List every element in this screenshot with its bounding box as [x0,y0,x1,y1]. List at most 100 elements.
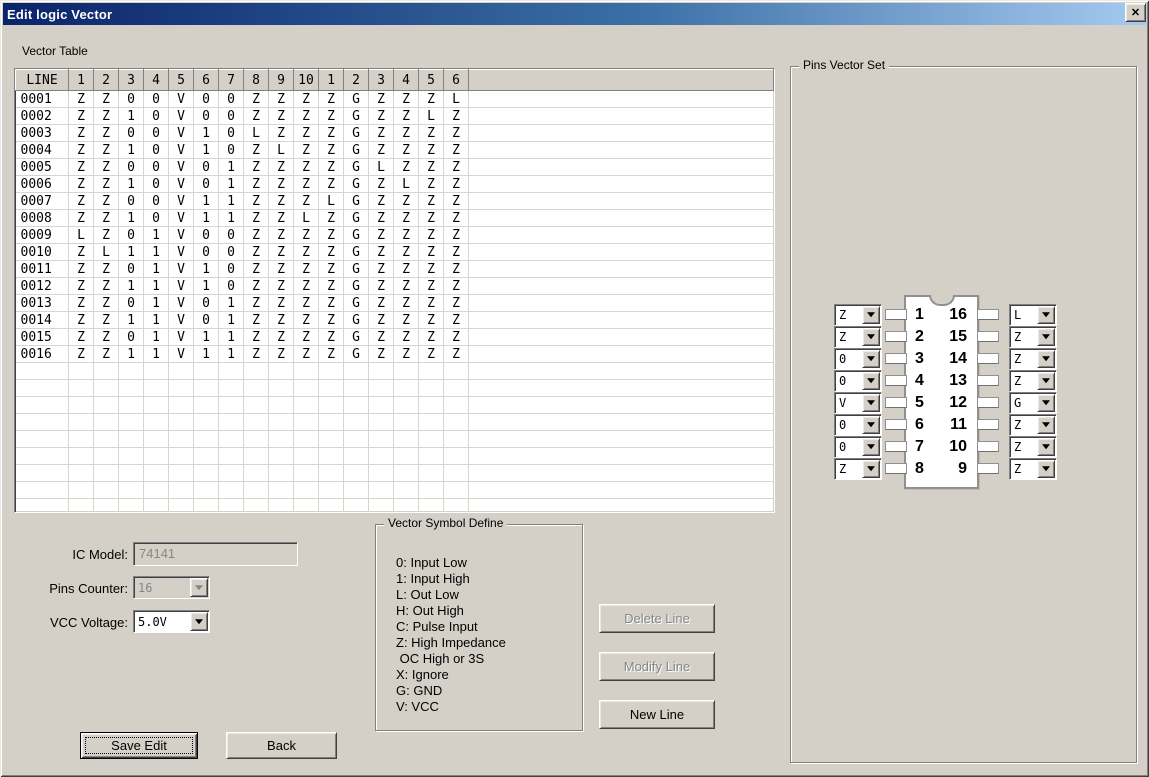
pin-4-combo[interactable]: 0 [834,370,882,392]
vector-cell: 0 [219,244,244,261]
vector-cell [169,380,194,397]
vector-cell [369,448,394,465]
table-row[interactable]: 0010ZL11V00ZZZZGZZZZ [16,244,774,261]
chevron-down-icon[interactable] [862,416,880,434]
table-row-empty [16,431,774,448]
close-button[interactable]: ✕ [1125,3,1146,22]
pin-7-combo-value: 0 [839,440,846,454]
chevron-down-icon[interactable] [862,350,880,368]
chevron-down-icon[interactable] [1037,350,1055,368]
pins-counter-combo[interactable]: 16 [133,576,210,599]
table-row[interactable]: 0002ZZ10V00ZZZZGZZLZ [16,108,774,125]
table-row[interactable]: 0013ZZ01V01ZZZZGZZZZ [16,295,774,312]
vector-cell [369,380,394,397]
vector-cell [144,380,169,397]
vector-cell: Z [419,295,444,312]
vcc-voltage-combo[interactable]: 5.0V [133,610,210,633]
pin-13-combo[interactable]: Z [1009,370,1057,392]
chevron-down-icon[interactable] [1037,372,1055,390]
pin-10-combo[interactable]: Z [1009,436,1057,458]
delete-line-button[interactable]: Delete Line [599,604,715,633]
table-row[interactable]: 0008ZZ10V11ZZLZGZZZZ [16,210,774,227]
chevron-down-icon[interactable] [862,328,880,346]
vector-cell: G [344,278,369,295]
pin-15-combo[interactable]: Z [1009,326,1057,348]
titlebar[interactable]: Edit logic Vector [3,3,1146,25]
pin-2-combo[interactable]: Z [834,326,882,348]
vector-cell [394,380,419,397]
table-row[interactable]: 0006ZZ10V01ZZZZGZLZZ [16,176,774,193]
chevron-down-icon[interactable] [1037,306,1055,324]
pin-1-combo[interactable]: Z [834,304,882,326]
filler-cell [469,397,774,414]
vector-cell [319,431,344,448]
vector-cell [394,397,419,414]
vector-cell [69,380,94,397]
table-row[interactable]: 0001ZZ00V00ZZZZGZZZL [16,91,774,108]
table-row[interactable]: 0009LZ01V00ZZZZGZZZZ [16,227,774,244]
vector-cell: Z [94,329,119,346]
vector-cell [194,397,219,414]
vector-cell: Z [369,312,394,329]
table-row-empty [16,380,774,397]
pin-5-combo[interactable]: V [834,392,882,414]
ic-model-label: IC Model: [20,547,128,562]
new-line-button[interactable]: New Line [599,700,715,729]
pin-12-combo-value: G [1014,396,1021,410]
line-number-cell: 0010 [16,244,69,261]
vector-cell: Z [419,227,444,244]
chevron-down-icon[interactable] [1037,438,1055,456]
chevron-down-icon[interactable] [862,306,880,324]
chevron-down-icon[interactable] [862,460,880,478]
chevron-down-icon[interactable] [1037,394,1055,412]
vector-cell: Z [419,312,444,329]
chevron-down-icon[interactable] [1037,416,1055,434]
save-edit-button[interactable]: Save Edit [80,732,198,759]
pin-16-combo[interactable]: L [1009,304,1057,326]
table-row[interactable]: 0005ZZ00V01ZZZZGLZZZ [16,159,774,176]
pin-12-combo[interactable]: G [1009,392,1057,414]
table-row[interactable]: 0003ZZ00V10LZZZGZZZZ [16,125,774,142]
ic-model-field[interactable]: 74141 [133,542,298,566]
pin-6-combo[interactable]: 0 [834,414,882,436]
chevron-down-icon[interactable] [862,438,880,456]
table-row[interactable]: 0015ZZ01V11ZZZZGZZZZ [16,329,774,346]
table-row[interactable]: 0012ZZ11V10ZZZZGZZZZ [16,278,774,295]
vector-cell: 0 [144,125,169,142]
vector-cell: Z [69,278,94,295]
pin-7-combo[interactable]: 0 [834,436,882,458]
table-row[interactable]: 0007ZZ00V11ZZZLGZZZZ [16,193,774,210]
chevron-down-icon[interactable] [190,578,208,597]
vector-cell: Z [69,346,94,363]
vector-cell: Z [444,295,469,312]
chevron-down-icon[interactable] [862,372,880,390]
table-row[interactable]: 0011ZZ01V10ZZZZGZZZZ [16,261,774,278]
pin-9-combo[interactable]: Z [1009,458,1057,480]
vector-cell: 1 [144,329,169,346]
back-button[interactable]: Back [226,732,337,759]
vector-cell: Z [319,244,344,261]
pin-14-combo[interactable]: Z [1009,348,1057,370]
table-row[interactable]: 0014ZZ11V01ZZZZGZZZZ [16,312,774,329]
vector-cell: 1 [219,210,244,227]
pin-8-combo[interactable]: Z [834,458,882,480]
pin-3-combo[interactable]: 0 [834,348,882,370]
pin-13-lead-icon [977,375,999,386]
chevron-down-icon[interactable] [1037,328,1055,346]
vector-cell: 1 [144,227,169,244]
modify-line-button[interactable]: Modify Line [599,652,715,681]
pin-11-combo[interactable]: Z [1009,414,1057,436]
chevron-down-icon[interactable] [190,612,208,631]
chevron-down-icon[interactable] [1037,460,1055,478]
column-header: 4 [144,70,169,91]
vector-cell [369,482,394,499]
table-row[interactable]: 0016ZZ11V11ZZZZGZZZZ [16,346,774,363]
vector-cell: Z [369,91,394,108]
table-row[interactable]: 0004ZZ10V10ZLZZGZZZZ [16,142,774,159]
vector-cell: Z [394,227,419,244]
vector-cell: Z [319,176,344,193]
pins-counter-label: Pins Counter: [20,581,128,596]
chevron-down-icon[interactable] [862,394,880,412]
vector-cell [444,482,469,499]
column-header: 9 [269,70,294,91]
